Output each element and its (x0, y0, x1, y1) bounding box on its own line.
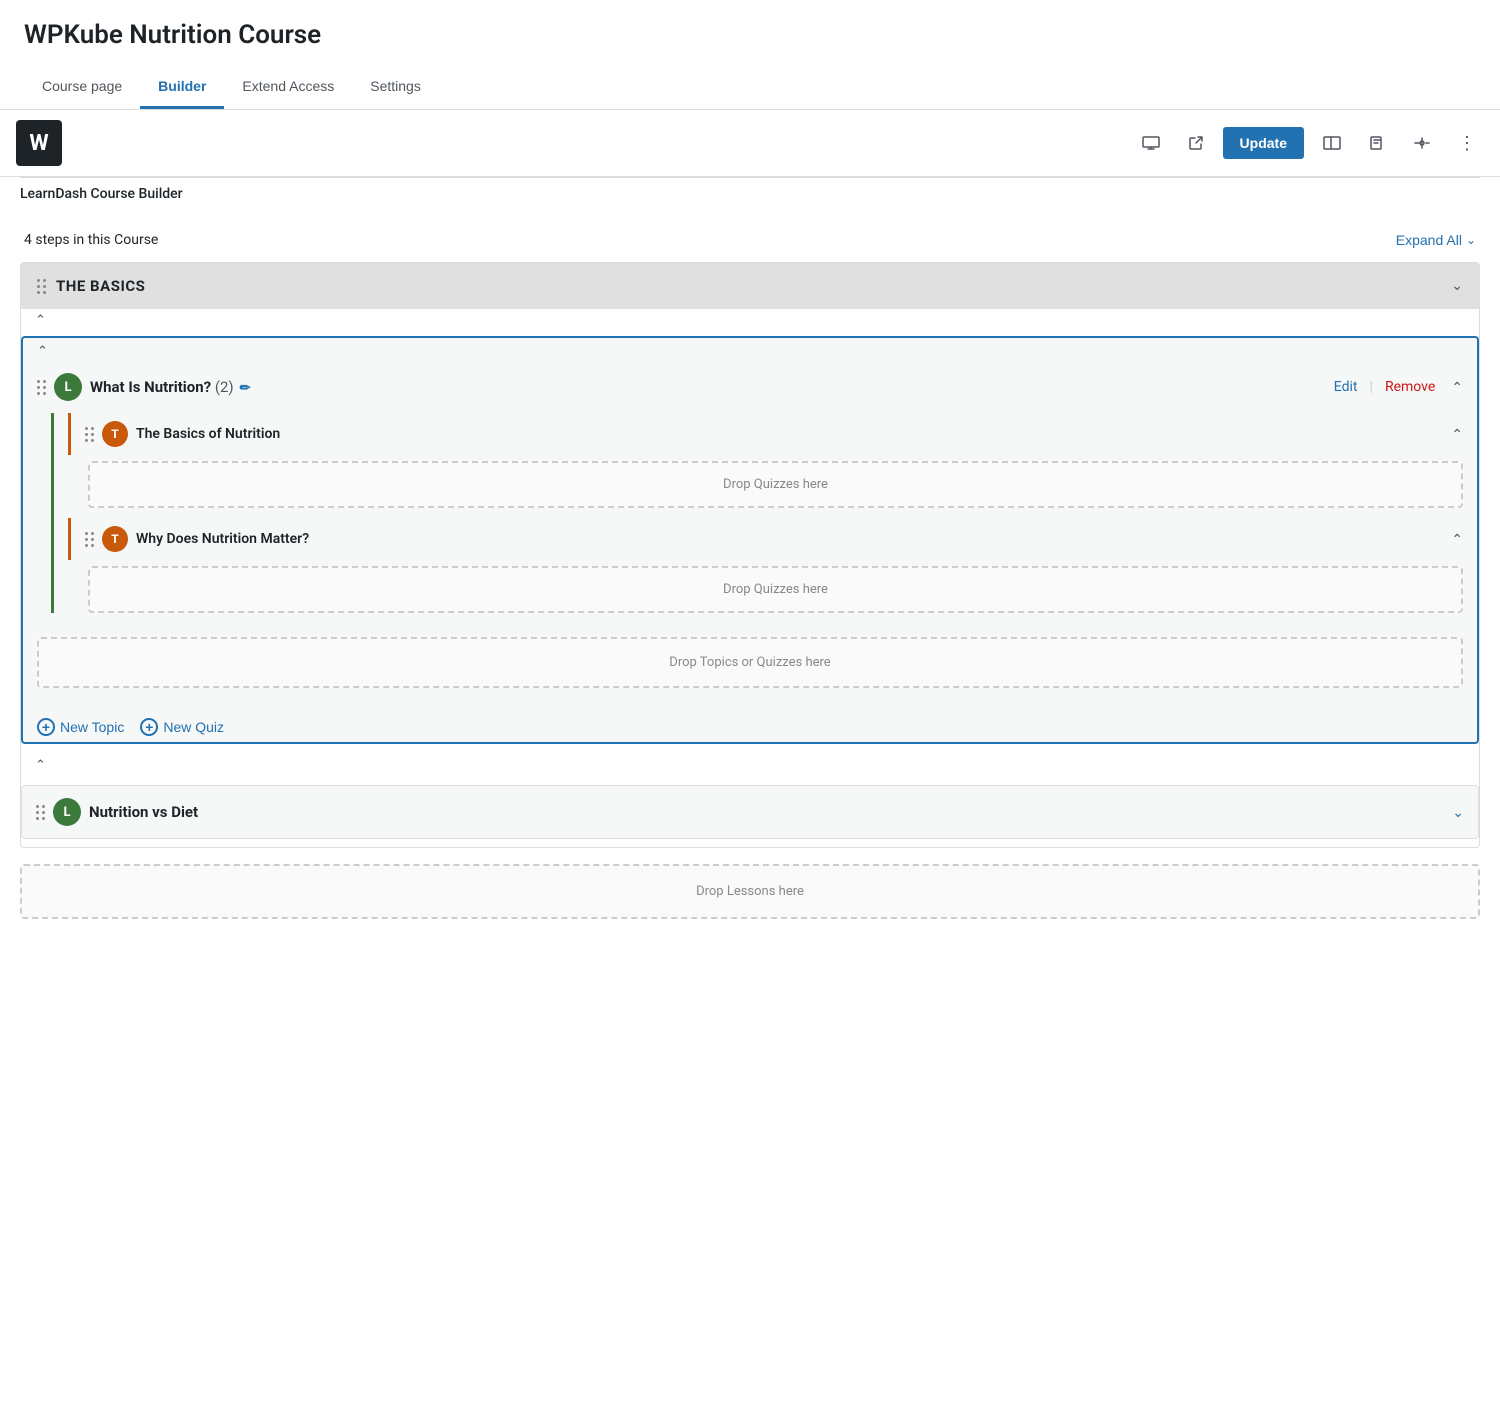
expand-all-label: Expand All (1396, 232, 1462, 248)
lesson2-expand-button[interactable]: ⌄ (1452, 804, 1464, 821)
topic-icon-letter-2: T (111, 532, 118, 546)
tab-course-page[interactable]: Course page (24, 66, 140, 109)
drop-topics-zone: Drop Topics or Quizzes here (37, 637, 1463, 688)
drop-lessons-zone: Drop Lessons here (20, 864, 1480, 919)
lesson-top-controls: ⌃ (23, 338, 1477, 361)
toolbar-left: W (16, 120, 62, 166)
page-header: WPKube Nutrition Course Course page Buil… (0, 0, 1500, 110)
external-link-icon (1188, 135, 1204, 151)
steps-info-row: 4 steps in this Course Expand All ⌄ (20, 222, 1480, 262)
topic-title-2: Why Does Nutrition Matter? (136, 531, 1443, 547)
topics-container: T The Basics of Nutrition ⌃ Drop Quizzes… (51, 413, 1477, 613)
section-collapse-row: ⌃ (21, 309, 1479, 332)
new-topic-plus-icon: + (37, 718, 55, 736)
steps-count: 4 steps in this Course (24, 232, 158, 248)
flow-icon (1413, 135, 1431, 151)
drop-quizzes-label-1: Drop Quizzes here (723, 477, 828, 492)
section-drag-handle[interactable] (37, 279, 46, 294)
lesson2-icon-letter: L (63, 805, 70, 820)
lesson-header: L What Is Nutrition? (2)✏ Edit | Remove … (23, 361, 1477, 413)
lesson-what-is-nutrition: ⌃ L What Is Nutrition? (2) ✏ Edit | Remov… (21, 336, 1479, 744)
topic-basics-of-nutrition: T The Basics of Nutrition ⌃ Drop Quizzes… (68, 413, 1477, 508)
edit-icon (1369, 135, 1385, 151)
topic-title: The Basics of Nutrition (136, 426, 1443, 442)
lesson-edit-pencil-icon[interactable]: ✏ (240, 381, 251, 396)
topic-collapse-button-2[interactable]: ⌃ (1451, 531, 1463, 548)
lesson2-header: L Nutrition vs Diet ⌄ (22, 786, 1478, 838)
lesson-drag-handle[interactable] (37, 380, 46, 395)
drop-quizzes-zone-2: Drop Quizzes here (88, 566, 1463, 613)
edit-button[interactable] (1360, 129, 1394, 157)
expand-all-chevron-icon: ⌄ (1466, 233, 1476, 247)
topic-why-nutrition-matters: T Why Does Nutrition Matter? ⌃ Drop Quiz… (68, 518, 1477, 613)
tabs-container: Course page Builder Extend Access Settin… (24, 66, 1476, 109)
lesson-collapse-up-icon[interactable]: ⌃ (37, 344, 48, 359)
preview-desktop-button[interactable] (1133, 130, 1169, 156)
lesson2-title: Nutrition vs Diet (89, 803, 1436, 821)
wp-logo: W (16, 120, 62, 166)
lesson-icon: L (54, 373, 82, 401)
drop-quizzes-zone-1: Drop Quizzes here (88, 461, 1463, 508)
lesson-title-text: What Is Nutrition? (90, 378, 215, 396)
lesson2-top-controls: ⌃ (21, 754, 1479, 773)
new-quiz-label: New Quiz (163, 719, 224, 735)
sub-header: LearnDash Course Builder (0, 178, 1500, 206)
lesson-edit-link[interactable]: Edit (1334, 379, 1358, 395)
topic-row: T The Basics of Nutrition ⌃ (68, 413, 1477, 455)
lesson-nutrition-vs-diet-wrapper: ⌃ L Nutrition vs Diet ⌄ (21, 754, 1479, 847)
toolbar: W Update ⋮ (0, 110, 1500, 177)
lesson2-icon: L (53, 798, 81, 826)
side-by-side-button[interactable] (1314, 130, 1350, 156)
section-title: THE BASICS (56, 277, 1441, 295)
topic-drag-handle[interactable] (85, 427, 94, 442)
lesson-remove-link[interactable]: Remove (1385, 379, 1435, 395)
topic-icon: T (102, 421, 128, 447)
sub-header-text: LearnDash Course Builder (20, 186, 183, 202)
new-quiz-button[interactable]: + New Quiz (140, 718, 224, 736)
tab-builder[interactable]: Builder (140, 66, 224, 109)
section-collapse-icon[interactable]: ⌄ (1451, 278, 1463, 294)
lesson2-collapse-up-icon[interactable]: ⌃ (35, 758, 46, 773)
flow-button[interactable] (1404, 129, 1440, 157)
lesson2-drag-handle[interactable] (36, 805, 45, 820)
desktop-icon (1142, 136, 1160, 150)
new-topic-button[interactable]: + New Topic (37, 718, 124, 736)
topic-icon-2: T (102, 526, 128, 552)
tab-extend-access[interactable]: Extend Access (224, 66, 352, 109)
section-header: THE BASICS ⌄ (21, 263, 1479, 309)
new-quiz-plus-icon: + (140, 718, 158, 736)
expand-all-button[interactable]: Expand All ⌄ (1396, 232, 1476, 248)
drop-quizzes-label-2: Drop Quizzes here (723, 582, 828, 597)
lesson-nutrition-vs-diet: L Nutrition vs Diet ⌄ (21, 785, 1479, 839)
builder-content: 4 steps in this Course Expand All ⌄ THE … (0, 206, 1500, 935)
lesson-icon-letter: L (64, 380, 71, 395)
update-button[interactable]: Update (1223, 127, 1304, 159)
lesson-actions: + New Topic + New Quiz (23, 708, 1477, 742)
wp-logo-letter: W (29, 131, 48, 156)
section-the-basics: THE BASICS ⌄ ⌃ ⌃ L (20, 262, 1480, 848)
tab-settings[interactable]: Settings (352, 66, 439, 109)
lesson-count-display: (2) (215, 378, 234, 396)
toolbar-right: Update ⋮ (1133, 127, 1484, 159)
lesson-collapse-button[interactable]: ⌃ (1451, 379, 1463, 396)
lesson-divider: | (1370, 379, 1373, 395)
drop-topics-label: Drop Topics or Quizzes here (669, 655, 830, 670)
topic-drag-handle-2[interactable] (85, 532, 94, 547)
page-title: WPKube Nutrition Course (24, 20, 1476, 50)
lesson-title: What Is Nutrition? (2) ✏ (90, 378, 1326, 396)
new-topic-label: New Topic (60, 719, 124, 735)
topic-collapse-button[interactable]: ⌃ (1451, 426, 1463, 443)
sidebar-icon (1323, 136, 1341, 150)
section-up-chevron-icon[interactable]: ⌃ (35, 313, 46, 328)
drop-lessons-label: Drop Lessons here (696, 884, 804, 899)
drop-topics-wrapper: Drop Topics or Quizzes here (23, 623, 1477, 708)
external-link-button[interactable] (1179, 129, 1213, 157)
topic-icon-letter: T (111, 427, 118, 441)
more-options-button[interactable]: ⋮ (1450, 130, 1484, 156)
topic-row-2: T Why Does Nutrition Matter? ⌃ (68, 518, 1477, 560)
